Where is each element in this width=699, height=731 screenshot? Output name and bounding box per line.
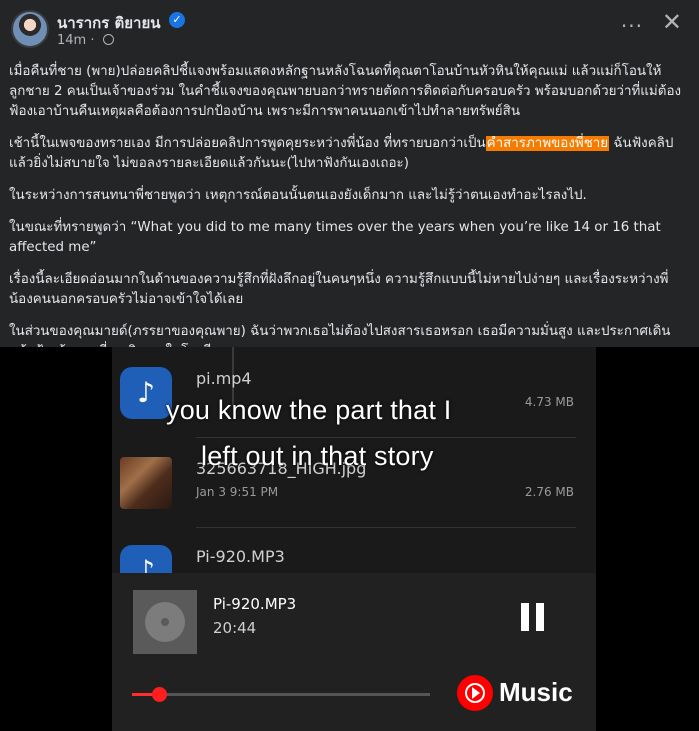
album-art <box>133 590 197 654</box>
youtube-music-logo: Music <box>457 675 587 711</box>
avatar[interactable] <box>11 10 49 48</box>
globe-icon <box>102 34 114 45</box>
paragraph-3: ในระหว่างการสนทนาพี่ชายพูดว่า เหตุการณ์ต… <box>9 188 587 203</box>
file-date: Jan 3 9:51 PM <box>196 485 279 499</box>
highlighted-phrase: คำสารภาพของพี่ชาย <box>485 136 610 151</box>
file-size: 2.76 MB <box>524 485 574 499</box>
track-title: Pi-920.MP3 <box>213 595 297 613</box>
verified-badge-icon: ✓ <box>169 12 185 28</box>
subtitle-line-1: you know the part that I <box>166 395 452 425</box>
paragraph-2-text-a: เช้านี้ในเพจของทรายเอง มีการปล่อยคลิปการ… <box>9 136 486 151</box>
post-text: เมื่อคืนที่ชาย (พาย)ปล่อยคลิปชี้แจงพร้อม… <box>9 62 687 374</box>
separator-dot: · <box>90 33 99 48</box>
music-mini-player[interactable]: Pi-920.MP3 20:44 Music <box>112 573 596 731</box>
post-time[interactable]: 14m <box>57 33 86 48</box>
more-options-icon[interactable]: ··· <box>621 14 643 38</box>
author-name[interactable]: นารากร ติยายน <box>57 11 161 35</box>
divider <box>196 437 576 438</box>
post-header: นารากร ติยายน ✓ 14m · ··· ✕ <box>0 0 699 56</box>
music-file-icon: ♪ <box>120 367 172 419</box>
subtitle-line-2: left out in that story <box>201 441 434 471</box>
divider <box>196 527 576 528</box>
paragraph-4: ในขณะที่ทรายพูดว่า “What you did to me m… <box>9 220 661 255</box>
pause-icon[interactable] <box>519 603 547 633</box>
file-name: Pi-920.MP3 <box>196 547 285 566</box>
image-thumbnail <box>120 457 172 509</box>
post-media-image[interactable]: ♪ pi.mp4 4.73 MB 325663718_HIGH.jpg Jan … <box>0 347 699 731</box>
close-icon[interactable]: ✕ <box>662 8 682 36</box>
seek-thumb[interactable] <box>151 687 167 702</box>
paragraph-2: เช้านี้ในเพจของทรายเอง มีการปล่อยคลิปการ… <box>9 134 687 174</box>
post-meta: 14m · <box>57 33 114 48</box>
youtube-music-icon <box>457 675 493 711</box>
music-logo-text: Music <box>499 677 573 707</box>
paragraph-5: เรื่องนี้ละเอียดอ่อนมากในด้านของความรู้ส… <box>9 272 669 307</box>
file-size: 4.73 MB <box>524 395 574 409</box>
file-name: pi.mp4 <box>196 369 252 388</box>
track-time: 20:44 <box>213 619 257 637</box>
seek-bar[interactable] <box>132 687 430 702</box>
paragraph-1: เมื่อคืนที่ชาย (พาย)ปล่อยคลิปชี้แจงพร้อม… <box>9 64 682 119</box>
